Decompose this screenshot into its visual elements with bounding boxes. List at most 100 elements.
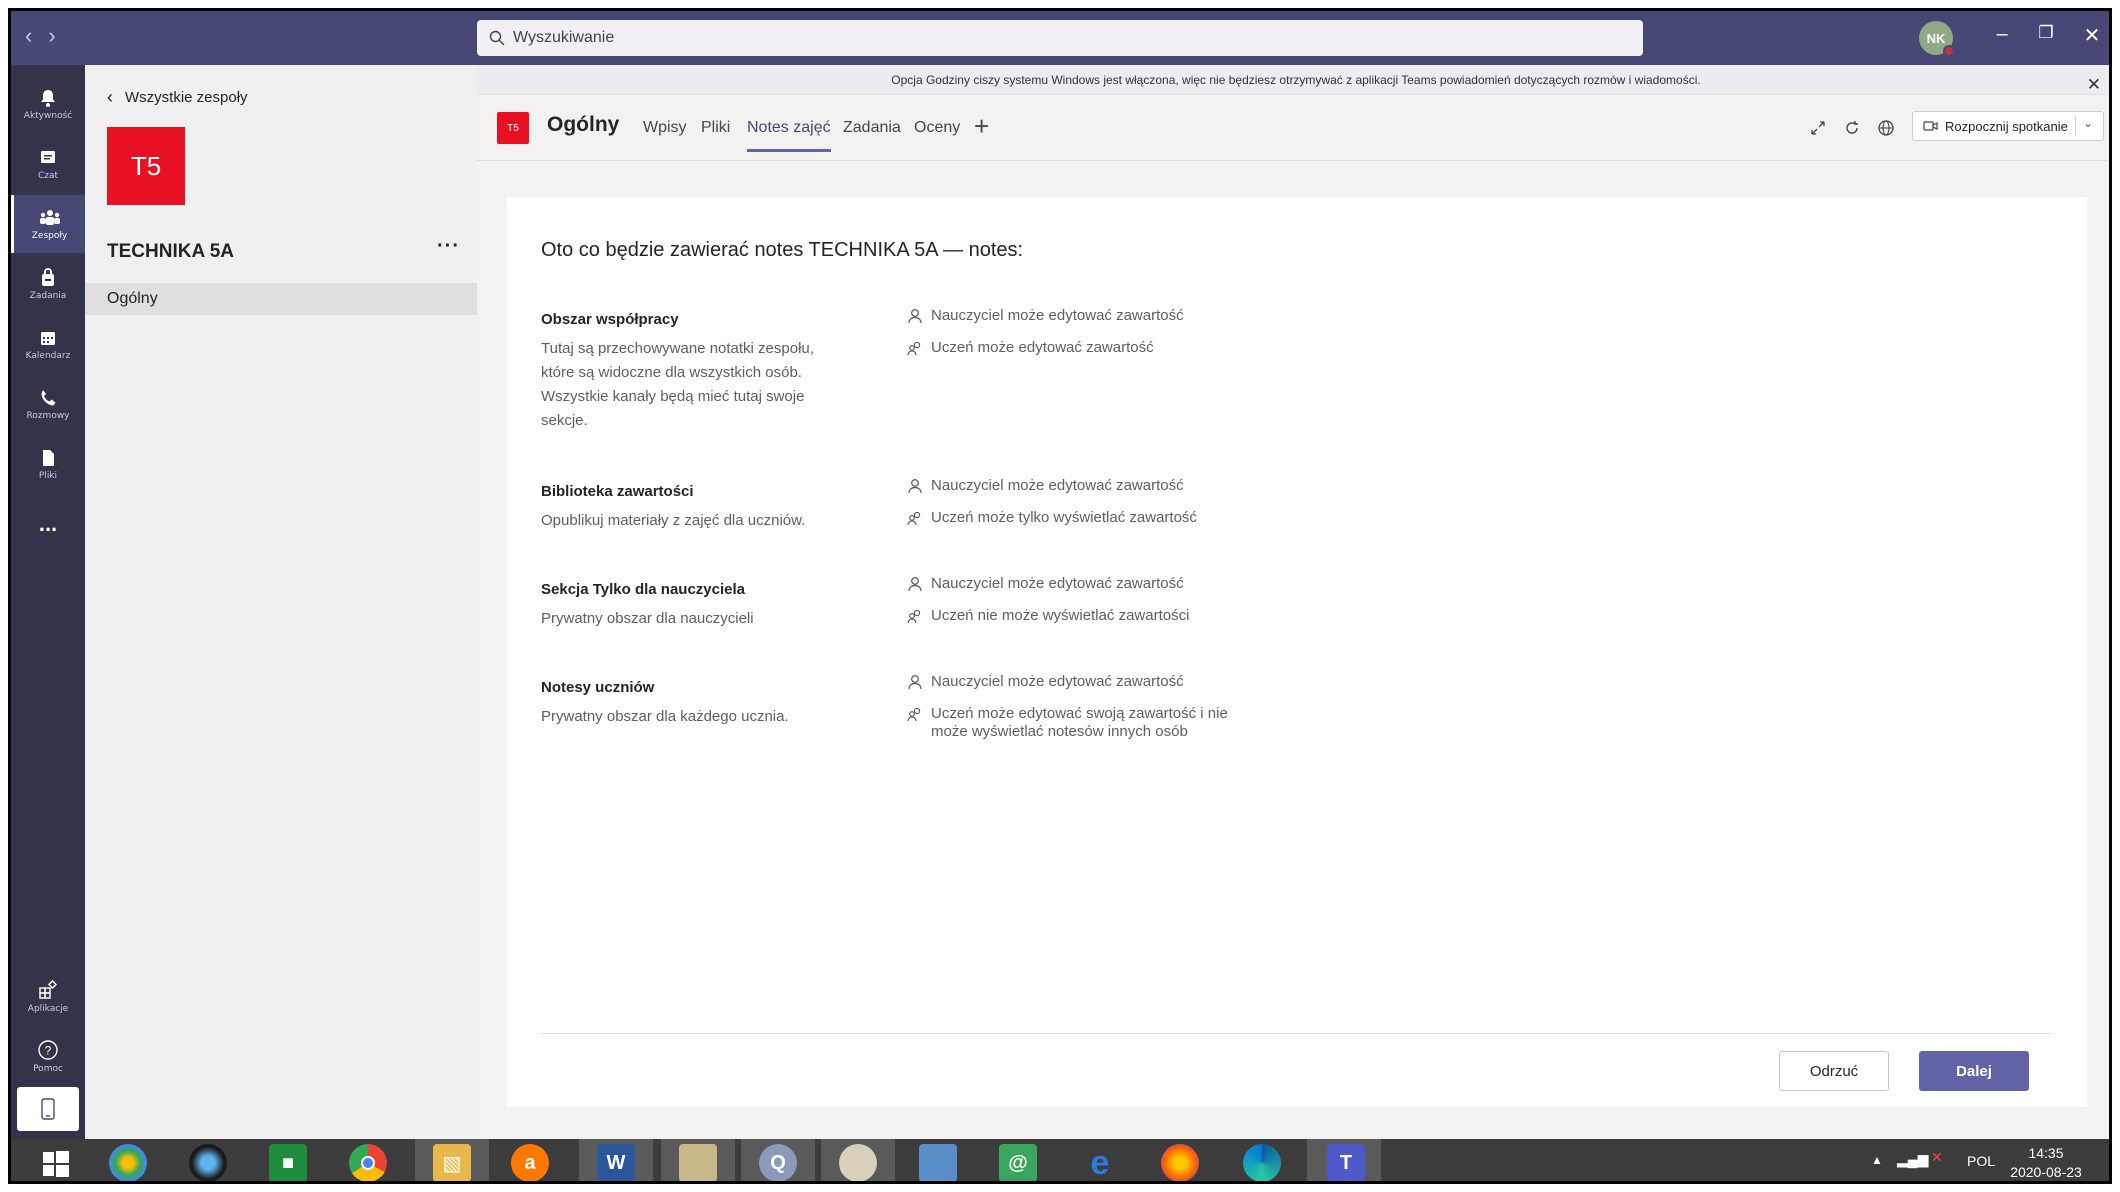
team-name: TECHNIKA 5A [107,241,235,262]
rail-label: Pliki [38,470,58,481]
rail-item-teams[interactable]: Zespoły [11,195,85,253]
volume-muted-icon[interactable]: ✕ [1931,1149,1943,1166]
people-icon [907,511,921,526]
search-input[interactable]: Wyszukiwanie [477,20,1643,56]
rail-item-files[interactable]: Pliki [11,435,85,493]
tab-assignments[interactable]: Zadania [843,119,901,137]
channel-badge: T5 [497,112,529,144]
rail-label: Pomoc [33,1063,63,1074]
section-description: Prywatny obszar dla nauczycieli [541,610,754,627]
channel-item-general[interactable]: Ogólny [85,283,477,315]
teams-panel: ‹ Wszystkie zespoły T5 TECHNIKA 5A ··· O… [85,65,477,1139]
section-title: Biblioteka zawartości [541,483,694,500]
avatar[interactable]: NK [1919,21,1955,57]
team-more-options-icon[interactable]: ··· [437,235,460,258]
scanner-app-icon[interactable] [679,1144,717,1181]
paint-icon[interactable] [839,1144,877,1181]
rail-item-apps[interactable]: Aplikacje [11,967,85,1025]
network-icon[interactable]: ▂▄▆ [1897,1151,1928,1168]
permission-text: Uczeń może edytować swoją zawartość i ni… [931,705,1228,740]
tab-grades[interactable]: Oceny [914,119,960,137]
start-button[interactable] [21,1139,95,1181]
chevron-down-icon[interactable]: ⌄ [2083,116,2093,130]
files-icon [43,449,54,466]
tab-posts[interactable]: Wpisy [643,119,687,137]
teams-app-icon[interactable]: T [1327,1144,1365,1181]
store-icon[interactable]: ■ [269,1144,307,1181]
start-meeting-label: Rozpocznij spotkanie [1945,118,2068,134]
back-arrow-icon[interactable]: ‹ [25,23,32,49]
permission-student: Uczeń może edytować swoją zawartość i ni… [907,705,1237,741]
tab-files[interactable]: Pliki [701,119,730,137]
phone-icon [41,389,56,405]
add-tab-icon[interactable]: + [974,111,989,142]
file-explorer-icon[interactable]: ▧ [433,1144,471,1181]
minimize-icon[interactable]: – [1987,23,2017,46]
close-icon[interactable]: ✕ [2077,23,2107,48]
firefox-icon[interactable] [1161,1144,1199,1181]
chrome-icon[interactable] [349,1144,387,1181]
clock-time: 14:35 [2028,1145,2064,1161]
permission-student: Uczeń nie może wyświetlać zawartości [907,607,1189,625]
tab-class-notebook[interactable]: Notes zajęć [747,119,831,152]
section-title: Sekcja Tylko dla nauczyciela [541,581,745,598]
avast-icon[interactable]: a [511,1144,549,1181]
refresh-icon[interactable] [1843,119,1861,137]
title-bar: ‹ › Wyszukiwanie NK – ❐ ✕ [11,11,2109,65]
forward-arrow-icon[interactable]: › [48,23,55,49]
control-panel-icon[interactable] [919,1144,957,1181]
assignments-icon [42,267,54,286]
start-meeting-button[interactable]: Rozpocznij spotkanie ⌄ [1912,111,2104,141]
mobile-app-button[interactable] [17,1087,79,1131]
language-indicator[interactable]: POL [1967,1153,1995,1169]
tray-overflow-icon[interactable]: ▲ [1871,1153,1883,1167]
taskbar-clock[interactable]: 14:35 2020-08-23 [2001,1144,2091,1181]
internet-explorer-icon[interactable]: e [1081,1144,1119,1182]
channel-title: Ogólny [547,113,620,136]
windows-logo-icon [43,1151,69,1177]
permission-text: Nauczyciel może edytować zawartość [931,575,1184,592]
rail-more-icon[interactable]: ... [11,495,85,553]
rail-item-calendar[interactable]: Kalendarz [11,315,85,373]
channel-header: T5 Ogólny Wpisy Pliki Notes zajęć Zadani… [477,95,2109,161]
rail-label: Kalendarz [25,350,71,361]
banner-text: Opcja Godziny ciszy systemu Windows jest… [891,73,1701,87]
section-description: Tutaj są przechowywane notatki zespołu, … [541,340,814,429]
edge-icon[interactable] [1243,1144,1281,1181]
permission-text: Nauczyciel może edytować zawartość [931,477,1184,494]
rail-item-activity[interactable]: Aktywność [11,75,85,133]
rail-item-chat[interactable]: Czat [11,135,85,193]
help-icon: ? [38,1039,58,1060]
chevron-left-icon: ‹ [107,87,113,107]
permission-student: Uczeń może edytować zawartość [907,339,1154,357]
calendar-icon [41,331,55,345]
all-teams-label: Wszystkie zespoły [125,89,248,106]
qualitas-icon[interactable]: Q [759,1144,797,1181]
permission-teacher: Nauczyciel może edytować zawartość [907,575,1184,593]
rail-item-help[interactable]: ? Pomoc [11,1027,85,1085]
rail-label: Rozmowy [26,410,70,421]
camera-app-icon[interactable] [189,1144,227,1181]
rail-label: Czat [37,170,59,181]
discard-button[interactable]: Odrzuć [1779,1051,1889,1091]
expand-icon[interactable] [1809,119,1827,137]
history-nav: ‹ › [25,23,56,49]
word-icon[interactable]: W [597,1144,635,1181]
rail-item-calls[interactable]: Rozmowy [11,375,85,433]
mobile-phone-icon [41,1098,55,1120]
rail-item-assignments[interactable]: Zadania [11,255,85,313]
people-icon [907,707,921,722]
all-teams-link[interactable]: ‹ Wszystkie zespoły [107,87,248,108]
restore-icon[interactable]: ❐ [2031,23,2061,43]
rail-label: Aplikacje [27,1003,69,1014]
mail-app-icon[interactable]: @ [999,1144,1037,1181]
permission-teacher: Nauczyciel może edytować zawartość [907,307,1184,325]
clock-date: 2020-08-23 [2010,1164,2082,1180]
quiet-hours-banner: Opcja Godziny ciszy systemu Windows jest… [477,65,2109,95]
teams-window: ‹ › Wyszukiwanie NK – ❐ ✕ Aktywność Czat… [8,8,2112,1184]
search-placeholder: Wyszukiwanie [513,29,615,46]
rail-label: Zadania [29,290,67,301]
next-button[interactable]: Dalej [1919,1051,2029,1091]
picasa-icon[interactable] [109,1144,147,1181]
globe-icon[interactable] [1877,119,1895,137]
